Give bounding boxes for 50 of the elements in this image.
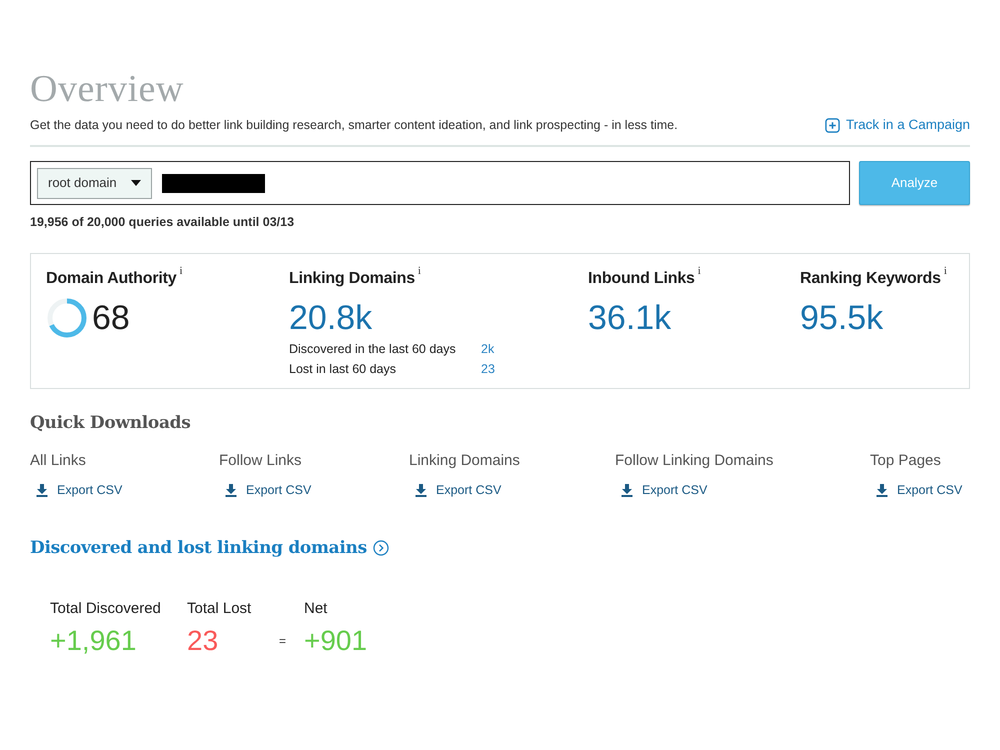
section-heading: Quick Downloads [30,412,192,435]
total-value: +901 [304,624,368,658]
score-ring-icon [46,296,88,339]
detail-label: Discovered in the last 60 days [289,340,457,358]
download-icon [36,484,48,497]
download-label: Follow Linking Domains [615,452,774,470]
metric-label: Domain Authority [46,268,176,289]
export-csv-link[interactable]: Export CSV [415,480,502,500]
section-heading-link[interactable]: Discovered and lost linking domains [30,536,389,560]
info-mark[interactable]: i [944,266,947,277]
info-mark[interactable]: i [698,266,701,277]
query-quota-text: 19,956 of 20,000 queries available until 03/13 [30,214,296,231]
download-icon [225,484,237,497]
caret-down-icon [130,180,141,186]
download-label: Linking Domains [409,452,521,470]
total-value: +1,961 [50,624,138,658]
export-csv-link[interactable]: Export CSV [621,480,708,500]
download-icon [621,484,633,497]
chevron-right-circle-icon [372,540,389,556]
metric-label: Inbound Links [588,268,695,289]
total-label: Total Discovered [50,600,162,618]
metric-value: 68 [92,298,130,338]
equals-sign: = [279,634,286,646]
download-label: All Links [30,452,87,470]
metric-value: 20.8k [289,298,374,338]
metric-value: 95.5k [800,298,884,338]
scope-dropdown[interactable]: root domain [37,168,152,198]
page-title: Overview [30,67,185,112]
page-subtitle: Get the data you need to do better link building research, smarter content ideation, and link prospecting - in less time. [30,116,678,134]
metric-label: Ranking Keywords [800,268,941,289]
download-icon [876,484,888,497]
detail-value: 23 [481,360,496,378]
total-value: 23 [187,624,220,658]
detail-value: 2k [481,340,496,358]
export-csv-link[interactable]: Export CSV [876,480,962,500]
metric-value: 36.1k [588,298,672,338]
detail-label: Lost in last 60 days [289,360,398,378]
download-label: Top Pages [870,452,942,470]
total-label: Total Lost [187,600,252,618]
download-icon [415,484,427,497]
track-campaign-link[interactable]: Track in a Campaign [824,114,970,136]
export-csv-link[interactable]: Export CSV [225,480,312,500]
total-label: Net [304,600,328,618]
metric-label: Linking Domains [289,268,415,289]
plus-square-icon [824,118,840,132]
download-label: Follow Links [219,452,303,470]
export-csv-link[interactable]: Export CSV [36,480,122,500]
search-field[interactable]: root domain [30,161,850,205]
info-mark[interactable]: i [179,266,182,277]
info-mark[interactable]: i [418,266,421,277]
